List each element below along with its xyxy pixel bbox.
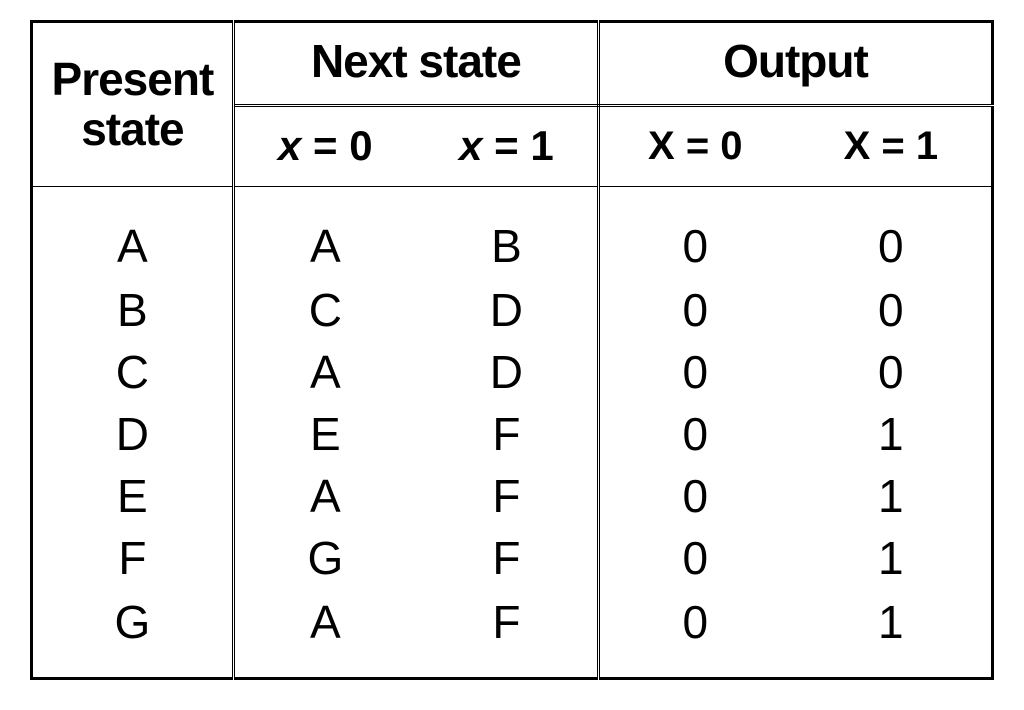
state-table: Present state Next state Output x = 0 x … xyxy=(30,20,994,680)
header-row-1: Present state Next state Output xyxy=(32,22,993,106)
table-row: F G F 0 1 xyxy=(32,527,993,589)
header-present-line2: state xyxy=(81,103,183,155)
cell-present: B xyxy=(32,279,234,341)
header-output: Output xyxy=(598,22,992,106)
cell-out-x1: 1 xyxy=(791,527,993,589)
cell-out-x1: 0 xyxy=(791,341,993,403)
cell-next-x1: F xyxy=(416,403,599,465)
cell-out-x0: 0 xyxy=(598,186,790,279)
subheader-next-x0: x = 0 xyxy=(233,105,416,186)
table-row: A A B 0 0 xyxy=(32,186,993,279)
header-present-line1: Present xyxy=(52,53,214,105)
cell-next-x0: A xyxy=(233,589,416,678)
var-x: x xyxy=(459,122,482,169)
cell-next-x1: F xyxy=(416,465,599,527)
cell-next-x0: A xyxy=(233,465,416,527)
cell-present: A xyxy=(32,186,234,279)
cell-out-x0: 0 xyxy=(598,403,790,465)
cell-present: C xyxy=(32,341,234,403)
cell-present: D xyxy=(32,403,234,465)
cell-out-x0: 0 xyxy=(598,465,790,527)
table-row: E A F 0 1 xyxy=(32,465,993,527)
cell-out-x0: 0 xyxy=(598,341,790,403)
cell-next-x1: F xyxy=(416,527,599,589)
header-next-state: Next state xyxy=(233,22,598,106)
eq-0: = 0 xyxy=(301,122,372,169)
cell-next-x0: G xyxy=(233,527,416,589)
cell-out-x0: 0 xyxy=(598,527,790,589)
cell-out-x1: 1 xyxy=(791,403,993,465)
cell-out-x1: 0 xyxy=(791,279,993,341)
cell-next-x1: B xyxy=(416,186,599,279)
subheader-next-x1: x = 1 xyxy=(416,105,599,186)
cell-next-x0: E xyxy=(233,403,416,465)
cell-next-x1: F xyxy=(416,589,599,678)
cell-next-x0: A xyxy=(233,341,416,403)
header-present-state: Present state xyxy=(32,22,234,187)
subheader-out-x0: X = 0 xyxy=(598,105,790,186)
cell-out-x1: 1 xyxy=(791,589,993,678)
cell-next-x1: D xyxy=(416,341,599,403)
table-row: G A F 0 1 xyxy=(32,589,993,678)
subheader-out-x1: X = 1 xyxy=(791,105,993,186)
cell-out-x0: 0 xyxy=(598,279,790,341)
cell-next-x0: A xyxy=(233,186,416,279)
cell-out-x1: 1 xyxy=(791,465,993,527)
cell-out-x1: 0 xyxy=(791,186,993,279)
eq-1: = 1 xyxy=(482,122,553,169)
cell-next-x1: D xyxy=(416,279,599,341)
cell-out-x0: 0 xyxy=(598,589,790,678)
table-row: B C D 0 0 xyxy=(32,279,993,341)
var-x: x xyxy=(278,122,301,169)
cell-next-x0: C xyxy=(233,279,416,341)
cell-present: E xyxy=(32,465,234,527)
table-row: D E F 0 1 xyxy=(32,403,993,465)
cell-present: G xyxy=(32,589,234,678)
page: Present state Next state Output x = 0 x … xyxy=(0,0,1024,710)
table-row: C A D 0 0 xyxy=(32,341,993,403)
cell-present: F xyxy=(32,527,234,589)
